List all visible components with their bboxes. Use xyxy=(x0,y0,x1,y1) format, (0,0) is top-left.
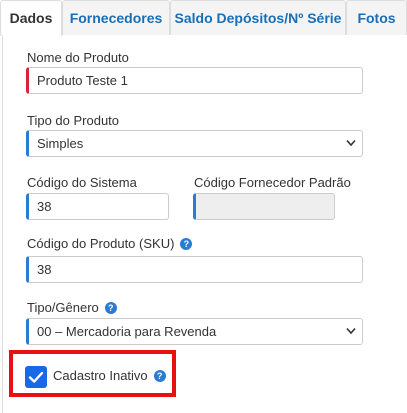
chevron-down-icon xyxy=(346,327,356,335)
cadastro-inativo-label-text: Cadastro Inativo xyxy=(53,368,148,383)
cadastro-inativo-label: Cadastro Inativo? xyxy=(53,368,166,383)
help-icon[interactable]: ? xyxy=(104,302,117,314)
help-icon[interactable]: ? xyxy=(153,370,166,382)
tipo-produto-select[interactable]: Simples xyxy=(26,130,363,157)
tipo-genero-label: Tipo/Gênero? xyxy=(27,300,117,315)
chevron-down-icon xyxy=(346,139,356,147)
codigo-fornecedor-label: Código Fornecedor Padrão xyxy=(194,175,351,190)
codigo-sistema-label: Código do Sistema xyxy=(27,175,137,190)
tipo-produto-label: Tipo do Produto xyxy=(27,113,120,128)
tab-dados[interactable]: Dados xyxy=(0,0,62,36)
tipo-produto-value: Simples xyxy=(37,136,84,151)
tipo-genero-label-text: Tipo/Gênero xyxy=(27,300,99,315)
codigo-sistema-input[interactable]: 38 xyxy=(26,193,169,220)
codigo-sku-label-text: Código do Produto (SKU) xyxy=(27,236,175,251)
nome-produto-label: Nome do Produto xyxy=(27,50,129,65)
tipo-genero-select[interactable]: 00 – Mercadoria para Revenda xyxy=(26,318,363,345)
panel-border xyxy=(2,35,3,413)
tab-fornecedores[interactable]: Fornecedores xyxy=(62,0,170,35)
codigo-fornecedor-input[interactable] xyxy=(193,193,335,220)
nome-produto-input[interactable]: Produto Teste 1 xyxy=(26,67,363,94)
tab-bar: Dados Fornecedores Saldo Depósitos/Nº Sé… xyxy=(0,0,407,36)
tab-fotos[interactable]: Fotos xyxy=(346,0,407,35)
cadastro-inativo-checkbox[interactable] xyxy=(25,366,47,388)
help-icon[interactable]: ? xyxy=(180,238,193,250)
checkmark-icon xyxy=(28,371,44,383)
codigo-sku-label: Código do Produto (SKU)? xyxy=(27,236,193,251)
tipo-genero-value: 00 – Mercadoria para Revenda xyxy=(37,324,217,339)
codigo-sku-input[interactable]: 38 xyxy=(26,256,363,283)
tab-saldo-depositos[interactable]: Saldo Depósitos/Nº Série xyxy=(170,0,346,35)
